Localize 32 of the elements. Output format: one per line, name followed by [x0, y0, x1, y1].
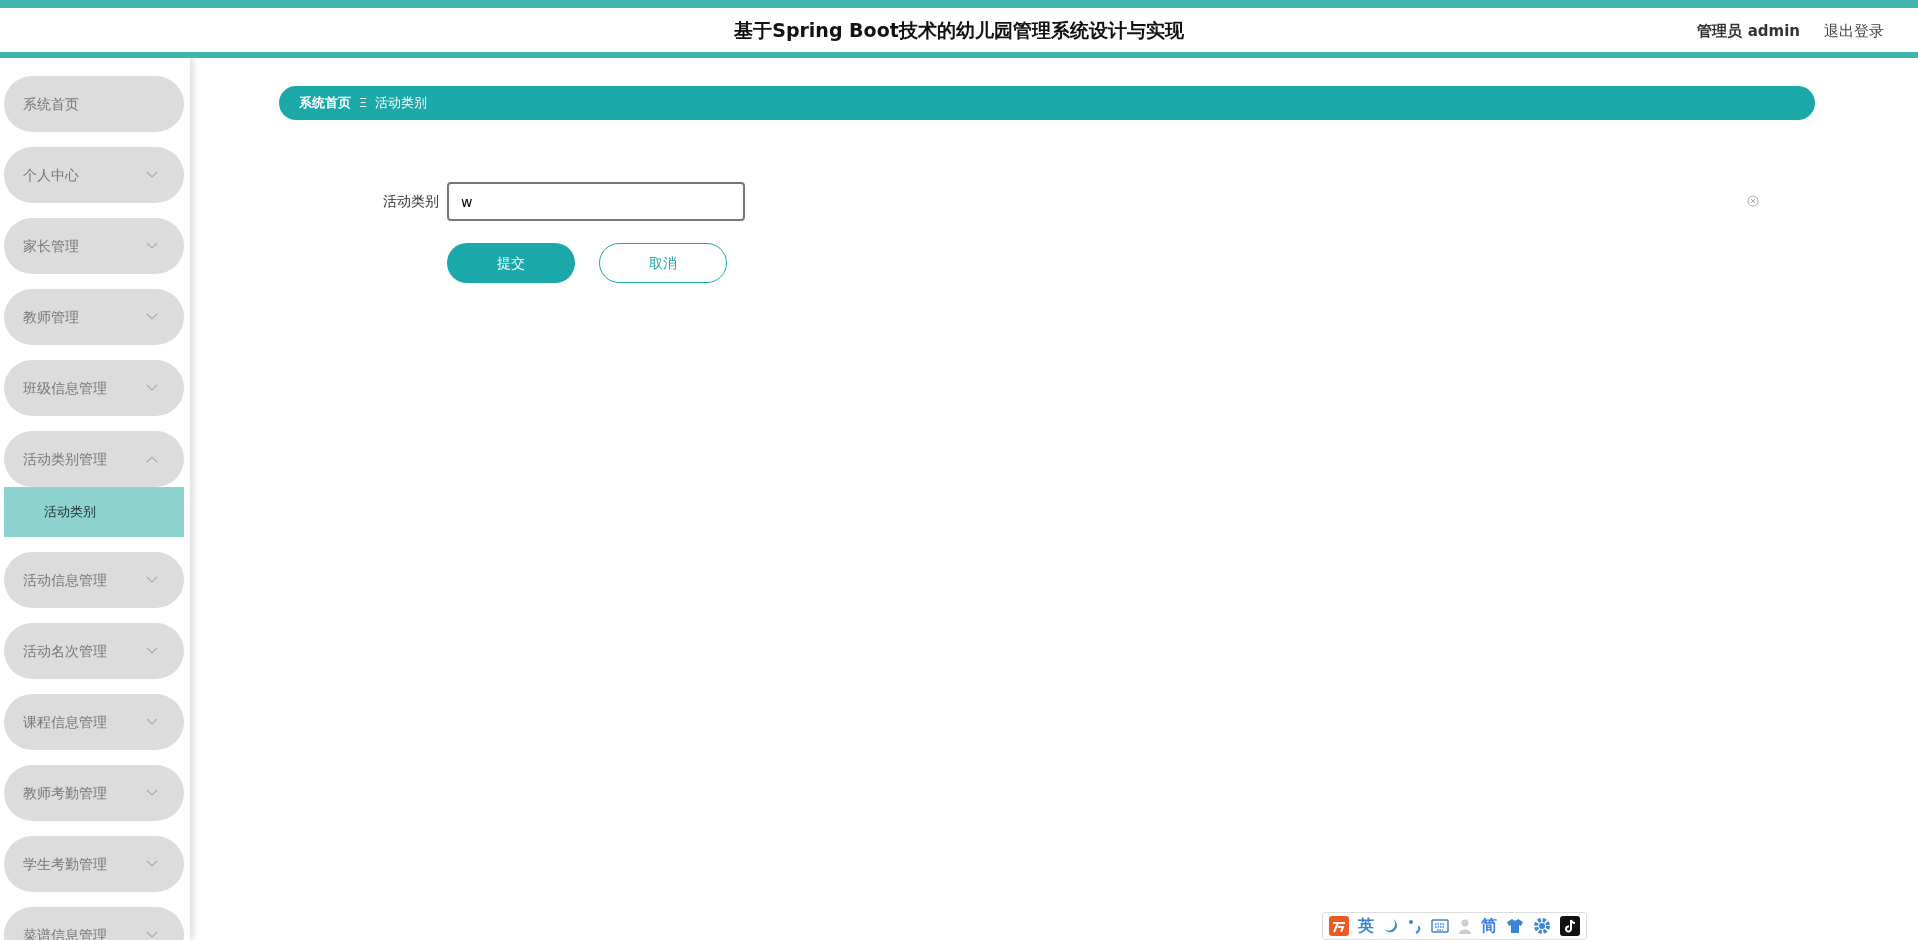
punctuation-icon[interactable]	[1408, 918, 1422, 934]
menu-item[interactable]: 家长管理	[4, 218, 184, 274]
breadcrumb-link[interactable]: 系统首页	[299, 93, 351, 113]
shirt-icon[interactable]	[1506, 918, 1524, 934]
ime-logo-icon[interactable]	[1329, 916, 1349, 936]
logout-link[interactable]: 退出登录	[1824, 20, 1884, 43]
clear-icon[interactable]	[1747, 195, 1759, 207]
menu-item[interactable]: 学生考勤管理	[4, 836, 184, 892]
menu-item[interactable]: 教师管理	[4, 289, 184, 345]
input-field[interactable]: w	[447, 182, 745, 221]
settings-icon[interactable]	[1533, 917, 1551, 935]
admin-label: 管理员 admin	[1697, 21, 1800, 42]
music-note-icon[interactable]	[1560, 916, 1580, 936]
cancel-button[interactable]: 取消	[599, 243, 727, 283]
page-title: 基于Spring Boot技术的幼儿园管理系统设计与实现	[734, 17, 1184, 43]
breadcrumb-current: 活动类别	[375, 94, 428, 113]
keyboard-icon[interactable]	[1431, 919, 1449, 933]
menu-item[interactable]: 课程信息管理	[4, 694, 184, 750]
menu-item[interactable]: 班级信息管理	[4, 360, 184, 416]
menu-item[interactable]: 活动类别管理	[4, 431, 184, 487]
ime-mode-toggle[interactable]: 简	[1481, 918, 1497, 934]
field-label: 活动类别	[382, 192, 439, 211]
submit-button[interactable]: 提交	[447, 243, 575, 283]
menu-item[interactable]: 个人中心	[4, 147, 184, 203]
menu-item[interactable]: 系统首页	[4, 76, 184, 132]
submenu-item[interactable]: 活动类别	[4, 487, 184, 537]
menu-item[interactable]: 活动信息管理	[4, 552, 184, 608]
ime-mode-toggle[interactable]: 英	[1358, 918, 1374, 934]
breadcrumb-separator: Ξ	[359, 94, 368, 113]
menu-item[interactable]: 活动名次管理	[4, 623, 184, 679]
menu-item[interactable]: 教师考勤管理	[4, 765, 184, 821]
moon-icon[interactable]	[1383, 918, 1399, 934]
